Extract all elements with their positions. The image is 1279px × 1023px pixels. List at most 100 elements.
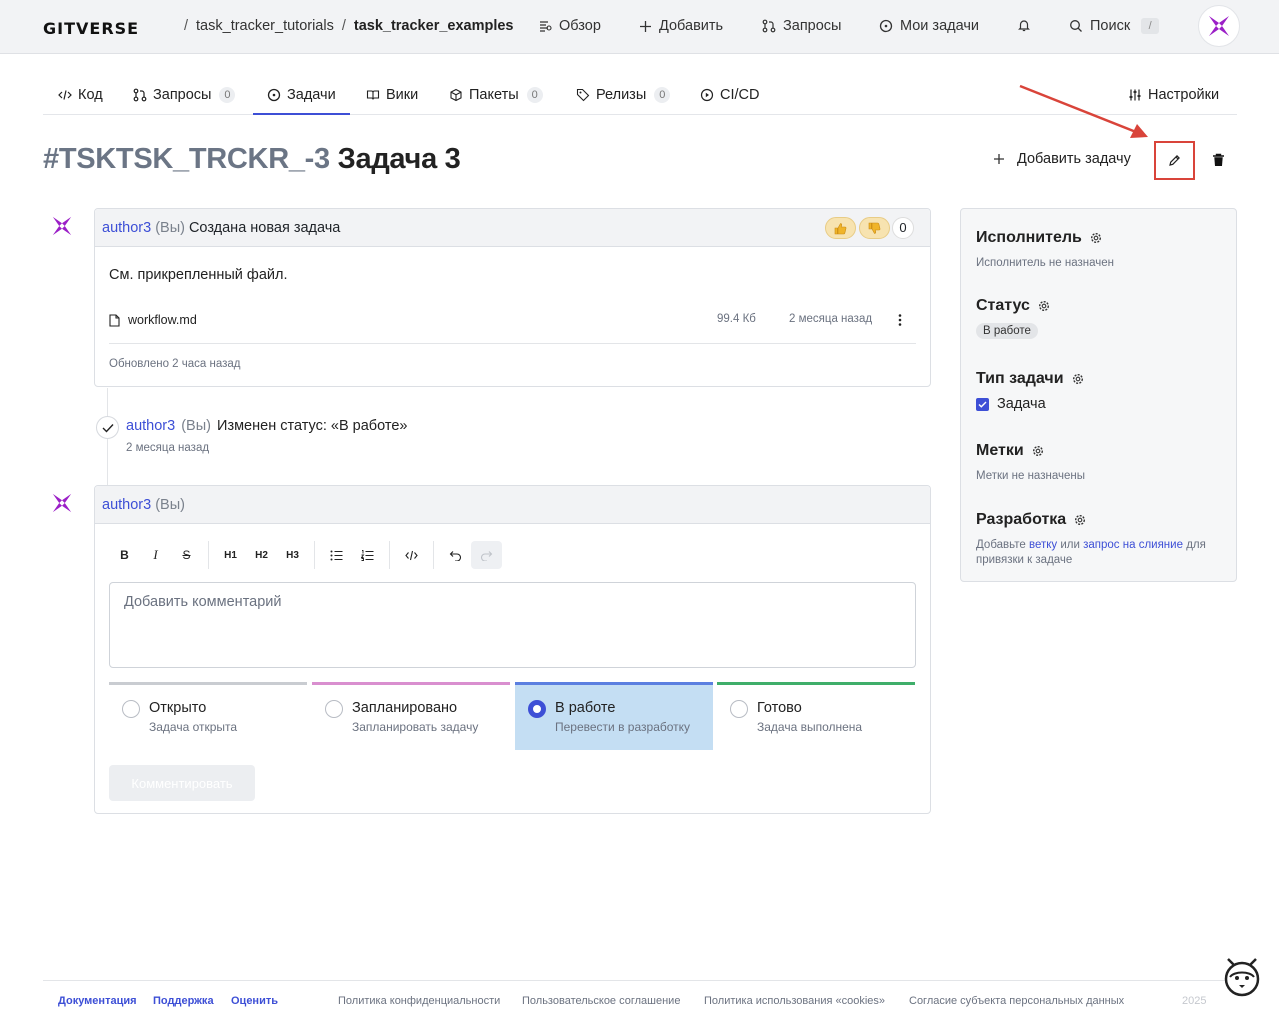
footer-consent-link[interactable]: Согласие субъекта персональных данных (909, 995, 1124, 1007)
assistant-mascot-icon[interactable] (1218, 951, 1266, 999)
footer-support-link[interactable]: Поддержка (153, 995, 214, 1007)
gear-icon[interactable] (1072, 373, 1084, 385)
toolbar-separator (208, 541, 209, 569)
tab-issues[interactable]: Задачи (253, 76, 350, 115)
status-option-in-progress[interactable]: В работе Перевести в разработку (515, 682, 713, 750)
status-label: В работе (555, 700, 616, 716)
tab-releases[interactable]: Релизы 0 (576, 76, 671, 114)
toolbar-separator (314, 541, 315, 569)
status-title: Статус (976, 297, 1030, 314)
breadcrumb-owner[interactable]: task_tracker_tutorials (196, 18, 334, 34)
branch-link[interactable]: ветку (1029, 539, 1057, 551)
tab-requests-count: 0 (219, 87, 236, 103)
sidebar-labels: Метки Метки не назначены (976, 442, 1085, 484)
breadcrumb: / task_tracker_tutorials / task_tracker_… (184, 18, 514, 34)
nav-requests[interactable]: Запросы (762, 18, 841, 34)
status-option-planned[interactable]: Запланировано Запланировать задачу (312, 682, 510, 750)
gear-icon[interactable] (1032, 445, 1044, 457)
tab-cicd-label: CI/CD (720, 87, 760, 103)
user-avatar[interactable] (1198, 5, 1240, 47)
updated-timestamp: Обновлено 2 часа назад (109, 358, 241, 370)
tab-packages-count: 0 (526, 87, 543, 103)
event-date: 2 месяца назад (126, 442, 210, 454)
author-avatar[interactable] (51, 215, 73, 237)
nav-overview-label: Обзор (559, 18, 601, 34)
footer-docs-link[interactable]: Документация (58, 995, 137, 1007)
status-option-open[interactable]: Открыто Задача открыта (109, 682, 307, 750)
heading3-button[interactable]: H3 (277, 541, 308, 569)
nav-add[interactable]: Добавить (639, 18, 723, 34)
comment-editor-card: author3 (Вы) B I S H1 H2 H3 Добавить ком… (94, 485, 931, 814)
strikethrough-button[interactable]: S (171, 541, 202, 569)
notifications-button[interactable] (1017, 18, 1031, 32)
nav-my-tasks[interactable]: Мои задачи (879, 18, 979, 34)
footer-rate-link[interactable]: Оценить (231, 995, 278, 1007)
heading2-button[interactable]: H2 (246, 541, 277, 569)
event-author[interactable]: author3 (126, 418, 175, 434)
thumbs-down-reaction[interactable] (859, 217, 890, 239)
tab-cicd[interactable]: CI/CD (700, 76, 759, 114)
divider (109, 343, 916, 344)
gear-icon[interactable] (1074, 514, 1086, 526)
top-bar: GITVERSE / task_tracker_tutorials / task… (0, 0, 1279, 54)
tab-code[interactable]: Код (58, 76, 103, 114)
add-task-button[interactable]: Добавить задачу (993, 151, 1131, 167)
numbered-list-button[interactable] (352, 541, 383, 569)
file-menu-button[interactable] (898, 313, 902, 327)
merge-request-link[interactable]: запрос на слияние (1083, 539, 1183, 551)
plus-icon (994, 154, 1004, 164)
development-title: Разработка (976, 511, 1067, 528)
editor-header: author3 (Вы) (95, 486, 930, 524)
status-description: Задача выполнена (757, 720, 863, 734)
code-button[interactable] (396, 541, 427, 569)
edit-issue-button[interactable] (1154, 141, 1195, 180)
status-color-bar (515, 682, 713, 685)
bold-button[interactable]: B (109, 541, 140, 569)
tab-requests-label: Запросы (153, 87, 212, 103)
tab-requests[interactable]: Запросы 0 (133, 76, 236, 114)
gear-icon[interactable] (1038, 300, 1050, 312)
trash-icon (1213, 153, 1224, 166)
gitverse-logo[interactable]: GITVERSE (43, 19, 139, 38)
bullet-list-button[interactable] (321, 541, 352, 569)
breadcrumb-repo[interactable]: task_tracker_examples (354, 18, 514, 34)
gear-icon[interactable] (1090, 232, 1102, 244)
footer-cookies-link[interactable]: Политика использования «cookies» (704, 995, 885, 1007)
author-avatar[interactable] (51, 492, 73, 514)
heading1-button[interactable]: H1 (215, 541, 246, 569)
comment-submit-button[interactable]: Комментировать (109, 765, 255, 801)
redo-button[interactable] (471, 541, 502, 569)
comment-author[interactable]: author3 (102, 220, 151, 236)
tab-releases-label: Релизы (596, 87, 647, 103)
file-name[interactable]: workflow.md (128, 313, 197, 327)
type-title: Тип задачи (976, 370, 1064, 387)
attached-file[interactable]: workflow.md (109, 313, 197, 327)
assignee-title: Исполнитель (976, 229, 1082, 246)
status-radio-selected[interactable] (528, 700, 546, 718)
status-radio[interactable] (122, 700, 140, 718)
numbered-list-icon (361, 549, 374, 561)
tab-issues-label: Задачи (287, 87, 336, 103)
annotation-arrow (1019, 84, 1148, 138)
footer-privacy-link[interactable]: Политика конфиденциальности (338, 995, 500, 1007)
tab-packages[interactable]: Пакеты 0 (449, 76, 543, 114)
assignee-value: Исполнитель не назначен (976, 257, 1114, 269)
comment-body: См. прикрепленный файл. (109, 267, 288, 283)
reaction-count[interactable]: 0 (892, 217, 914, 239)
check-icon (102, 423, 114, 433)
thumbs-up-reaction[interactable] (825, 217, 856, 239)
tab-wiki[interactable]: Вики (366, 76, 418, 114)
nav-overview[interactable]: Обзор (538, 18, 601, 34)
status-radio[interactable] (730, 700, 748, 718)
search-button[interactable]: Поиск / (1069, 18, 1160, 34)
footer-divider (43, 980, 1237, 981)
add-task-label: Добавить задачу (1017, 151, 1131, 167)
footer-terms-link[interactable]: Пользовательское соглашение (522, 995, 680, 1007)
status-radio[interactable] (325, 700, 343, 718)
editor-author[interactable]: author3 (102, 497, 151, 513)
italic-button[interactable]: I (140, 541, 171, 569)
status-option-done[interactable]: Готово Задача выполнена (717, 682, 915, 750)
delete-issue-button[interactable] (1212, 153, 1225, 167)
comment-input[interactable] (109, 582, 916, 668)
undo-button[interactable] (440, 541, 471, 569)
